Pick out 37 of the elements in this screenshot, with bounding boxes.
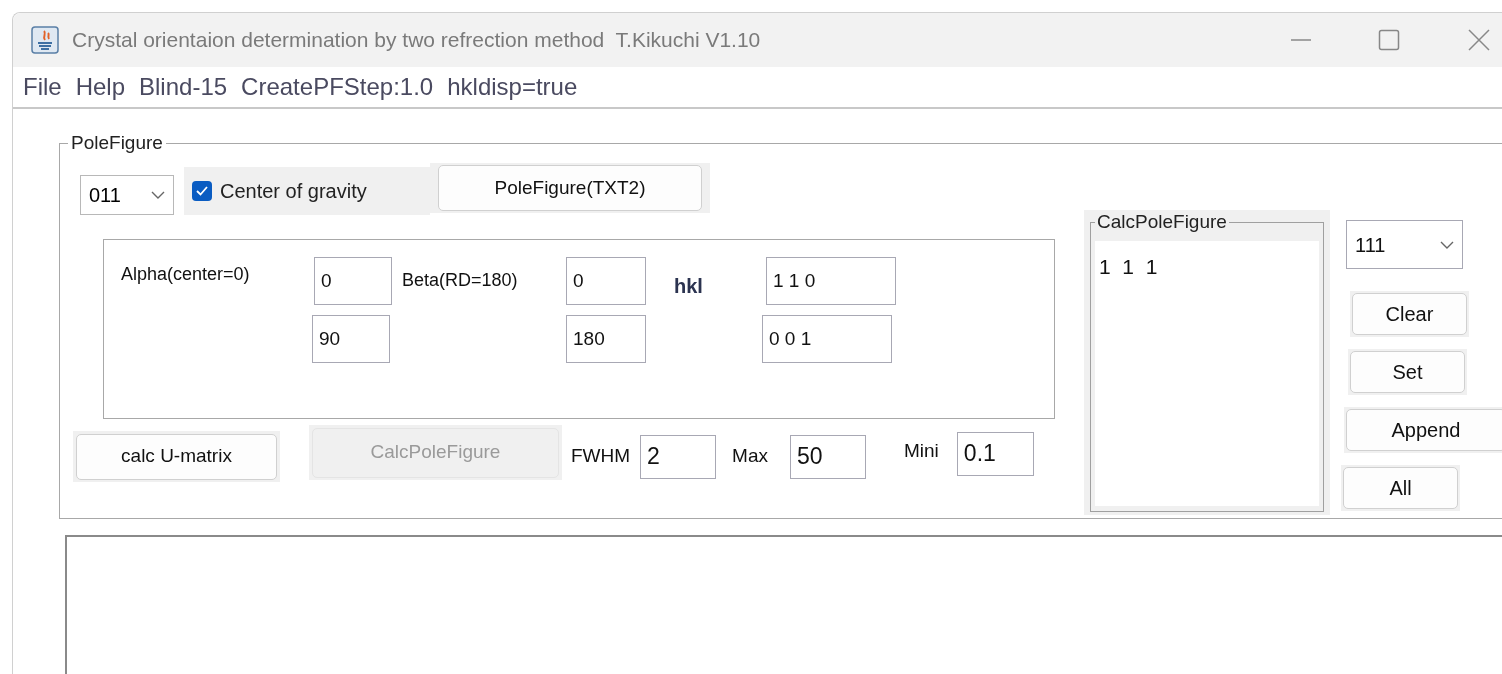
param-field[interactable]: 2 <box>640 434 717 479</box>
app-icon <box>30 25 60 55</box>
pole-figure-button[interactable]: PoleFigure(TXT2) <box>438 165 702 211</box>
calc-u-matrix-button[interactable]: calc U-matrix <box>76 433 277 480</box>
param-label: Mini <box>904 439 939 464</box>
window-title: Crystal orientaion determination by two refrection method T.Kikuchi V1.10 <box>72 27 761 54</box>
hkl-label: hkl <box>674 274 704 299</box>
checkmark-icon <box>195 184 209 198</box>
hkl-dropdown[interactable]: 111 <box>1346 220 1463 269</box>
alpha-field[interactable]: 90 <box>312 315 390 363</box>
action-button[interactable]: Clear <box>1352 293 1467 335</box>
list-item[interactable]: 1 1 1 <box>1099 251 1319 283</box>
maximize-icon[interactable] <box>1378 29 1400 51</box>
beta-field[interactable]: 180 <box>566 315 646 363</box>
alpha-field[interactable]: 0 <box>314 257 392 305</box>
hkl-field[interactable]: 0 0 1 <box>762 315 892 363</box>
hkl-field[interactable]: 1 1 0 <box>766 257 896 305</box>
param-field[interactable]: 50 <box>790 434 866 479</box>
beta-field[interactable]: 0 <box>566 257 646 305</box>
menu-item[interactable]: hkldisp=true <box>447 69 578 105</box>
menu-item[interactable]: File <box>23 69 62 105</box>
action-button[interactable]: Append <box>1346 409 1502 451</box>
beta-label: Beta(RD=180) <box>402 269 519 292</box>
plane-dropdown[interactable]: 011 <box>80 175 174 215</box>
param-field[interactable]: 0.1 <box>956 431 1034 476</box>
param-label: FWHM <box>571 444 631 469</box>
action-button[interactable]: All <box>1343 467 1458 509</box>
close-icon[interactable] <box>1468 29 1490 51</box>
param-label: Max <box>732 444 768 469</box>
alpha-label: Alpha(center=0) <box>121 263 251 286</box>
menu-item[interactable]: Help <box>75 69 126 105</box>
list-area[interactable]: 1 1 1 <box>1095 241 1319 506</box>
action-button[interactable]: Set <box>1350 351 1465 393</box>
chevron-down-icon <box>151 191 165 199</box>
chevron-down-icon <box>1440 240 1454 249</box>
menu-item[interactable]: CreatePFStep:1.0 <box>241 69 434 105</box>
menu-item[interactable]: Blind-15 <box>139 69 228 105</box>
